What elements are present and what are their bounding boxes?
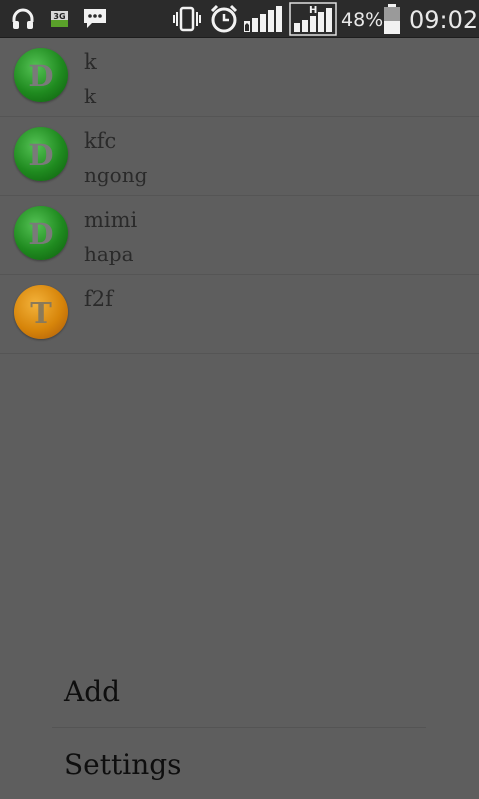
list-item[interactable]: D mimi hapa — [0, 196, 479, 275]
contact-name: mimi — [84, 208, 138, 232]
vibrate-icon — [172, 0, 202, 38]
battery-percent: 48% — [341, 9, 384, 31]
avatar: D — [14, 127, 68, 181]
status-bar: 3G H 48% 09:02 — [0, 0, 479, 38]
contact-list: D k k D kfc ngong D mimi hapa T f2f — [0, 38, 479, 354]
add-menu-item[interactable]: Add — [64, 675, 120, 708]
clock: 09:02 — [409, 6, 479, 34]
settings-menu-item[interactable]: Settings — [64, 748, 182, 781]
avatar-initial: D — [28, 138, 54, 172]
avatar-initial: T — [30, 296, 52, 330]
contact-name: k — [84, 50, 97, 74]
headphones-icon — [10, 0, 36, 38]
hspa-signal-icon: H — [289, 0, 337, 38]
svg-text:3G: 3G — [53, 12, 65, 21]
avatar: T — [14, 285, 68, 339]
sim-3g-icon: 3G — [50, 0, 70, 38]
avatar-initial: D — [28, 59, 54, 93]
signal-icon — [243, 0, 285, 38]
avatar-initial: D — [28, 217, 54, 251]
contact-subtitle: k — [84, 84, 97, 108]
avatar: D — [14, 48, 68, 102]
avatar: D — [14, 206, 68, 260]
svg-text:H: H — [309, 5, 317, 16]
list-item[interactable]: T f2f — [0, 275, 479, 354]
battery-fill — [384, 21, 400, 34]
list-item[interactable]: D k k — [0, 38, 479, 117]
menu-divider — [52, 727, 426, 728]
list-item[interactable]: D kfc ngong — [0, 117, 479, 196]
alarm-icon — [208, 0, 240, 38]
contact-name: kfc — [84, 129, 117, 153]
contact-name: f2f — [84, 287, 113, 311]
contact-subtitle: hapa — [84, 242, 134, 266]
battery-icon — [382, 0, 402, 38]
message-icon — [82, 0, 108, 38]
contact-subtitle: ngong — [84, 163, 148, 187]
